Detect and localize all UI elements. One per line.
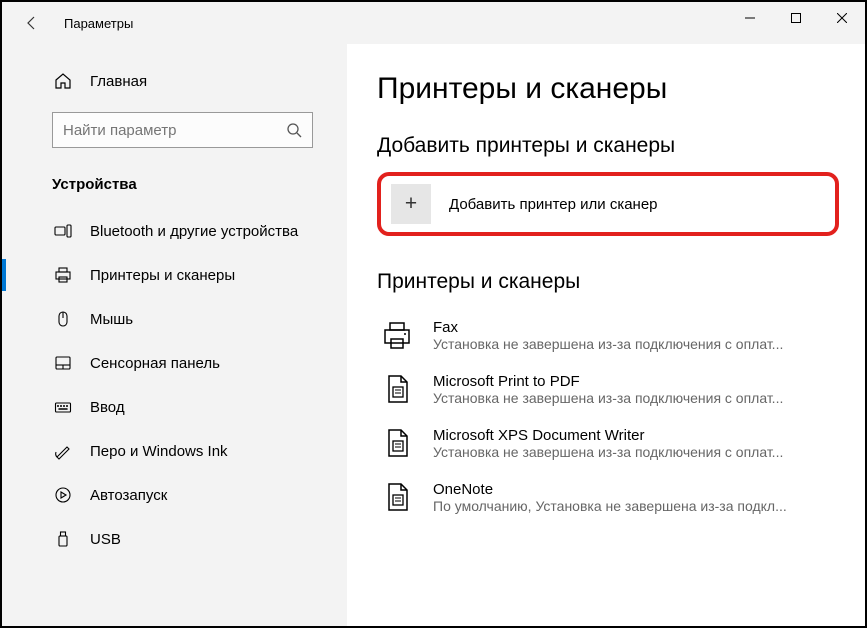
bluetooth-devices-icon <box>52 222 74 240</box>
sidebar-item-label: Ввод <box>90 399 125 416</box>
add-button-label: Добавить принтер или сканер <box>449 196 658 213</box>
sidebar-item-autoplay[interactable]: Автозапуск <box>2 473 347 517</box>
device-status: По умолчанию, Установка не завершена из-… <box>433 498 813 514</box>
sidebar-item-label: Автозапуск <box>90 487 167 504</box>
device-row[interactable]: OneNote По умолчанию, Установка не завер… <box>377 470 855 524</box>
autoplay-icon <box>52 486 74 504</box>
device-status: Установка не завершена из-за подключения… <box>433 390 813 406</box>
document-icon <box>377 423 417 463</box>
sidebar-item-usb[interactable]: USB <box>2 517 347 561</box>
touchpad-icon <box>52 354 74 372</box>
minimize-button[interactable] <box>727 2 773 34</box>
search-input[interactable] <box>52 112 313 148</box>
add-device-button[interactable]: + Добавить принтер или сканер <box>391 184 825 224</box>
home-label: Главная <box>90 73 147 90</box>
sidebar: Главная Устройства Bluetooth и другие ус… <box>2 44 347 626</box>
device-name: OneNote <box>433 481 855 498</box>
back-button[interactable] <box>16 7 48 39</box>
category-header: Устройства <box>2 166 347 209</box>
close-button[interactable] <box>819 2 865 34</box>
content-area: Главная Устройства Bluetooth и другие ус… <box>2 44 865 626</box>
document-icon <box>377 369 417 409</box>
add-device-highlight: + Добавить принтер или сканер <box>377 172 839 236</box>
home-button[interactable]: Главная <box>2 64 347 98</box>
maximize-button[interactable] <box>773 2 819 34</box>
sidebar-item-mouse[interactable]: Мышь <box>2 297 347 341</box>
main-panel: Принтеры и сканеры Добавить принтеры и с… <box>347 44 865 626</box>
settings-window: Параметры Главная <box>2 2 865 626</box>
list-section-title: Принтеры и сканеры <box>377 270 855 294</box>
keyboard-icon <box>52 398 74 416</box>
sidebar-item-pen[interactable]: Перо и Windows Ink <box>2 429 347 473</box>
document-icon <box>377 477 417 517</box>
pen-icon <box>52 442 74 460</box>
device-row[interactable]: Microsoft Print to PDF Установка не заве… <box>377 362 855 416</box>
page-title: Принтеры и сканеры <box>377 72 855 106</box>
device-name: Fax <box>433 319 855 336</box>
device-name: Microsoft XPS Document Writer <box>433 427 855 444</box>
add-section-title: Добавить принтеры и сканеры <box>377 134 855 158</box>
window-controls <box>727 2 865 34</box>
mouse-icon <box>52 310 74 328</box>
device-row[interactable]: Microsoft XPS Document Writer Установка … <box>377 416 855 470</box>
sidebar-item-label: Перо и Windows Ink <box>90 443 228 460</box>
printer-icon <box>52 266 74 284</box>
sidebar-item-label: USB <box>90 531 121 548</box>
sidebar-item-bluetooth[interactable]: Bluetooth и другие устройства <box>2 209 347 253</box>
title-bar: Параметры <box>2 2 865 44</box>
device-row[interactable]: Fax Установка не завершена из-за подключ… <box>377 308 855 362</box>
plus-icon: + <box>391 184 431 224</box>
sidebar-item-label: Bluetooth и другие устройства <box>90 223 298 240</box>
search-field[interactable] <box>63 122 286 139</box>
sidebar-item-touchpad[interactable]: Сенсорная панель <box>2 341 347 385</box>
sidebar-item-label: Принтеры и сканеры <box>90 267 235 284</box>
sidebar-item-label: Мышь <box>90 311 133 328</box>
search-icon <box>286 122 302 138</box>
sidebar-item-printers[interactable]: Принтеры и сканеры <box>2 253 347 297</box>
device-name: Microsoft Print to PDF <box>433 373 855 390</box>
home-icon <box>52 72 74 90</box>
sidebar-item-typing[interactable]: Ввод <box>2 385 347 429</box>
usb-icon <box>52 530 74 548</box>
device-status: Установка не завершена из-за подключения… <box>433 336 813 352</box>
device-status: Установка не завершена из-за подключения… <box>433 444 813 460</box>
sidebar-item-label: Сенсорная панель <box>90 355 220 372</box>
fax-icon <box>377 315 417 355</box>
window-title: Параметры <box>64 16 133 31</box>
